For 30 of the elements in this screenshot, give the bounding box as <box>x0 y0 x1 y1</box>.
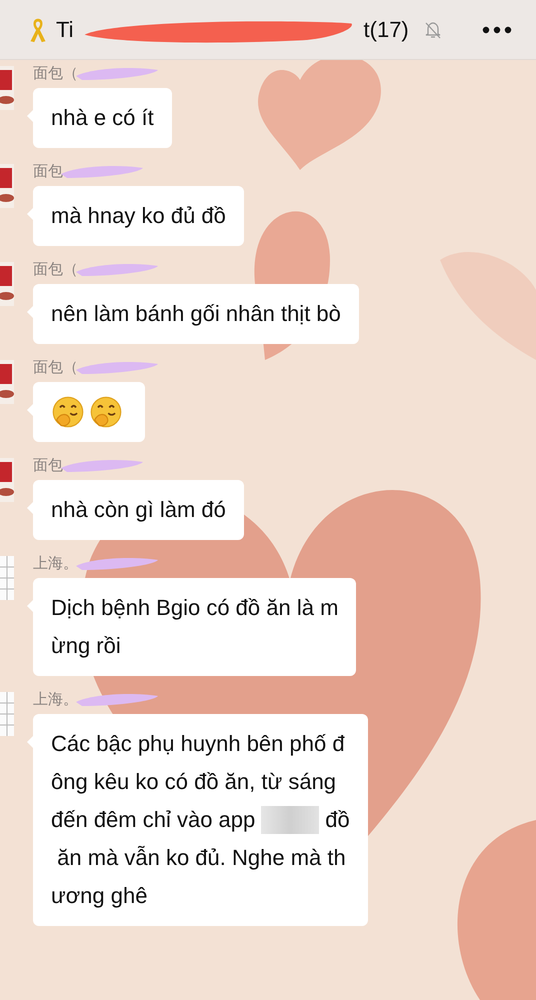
message-text: đến đêm chỉ vào app <box>51 807 256 833</box>
message-text: nên làm bánh gối nhân thịt bò <box>51 301 341 327</box>
sender-name: 面包（ <box>33 64 78 82</box>
sender-name: 面包 <box>33 162 63 180</box>
smiley-icon <box>89 395 123 429</box>
smiley-icon <box>51 395 85 429</box>
sender-name: 面包 <box>33 456 63 474</box>
chat-title: t(17) <box>364 16 409 42</box>
sender-name: 上海。 <box>33 554 78 572</box>
message-text: nhà e có ít <box>51 105 154 131</box>
avatar-icon[interactable] <box>0 262 14 306</box>
message-text: Dịch bệnh Bgio có đồ ăn là m <box>51 595 338 621</box>
message-text: ông kêu ko có đồ ăn, từ sáng <box>51 769 336 795</box>
avatar-icon[interactable] <box>0 458 14 502</box>
chat-title: Ti <box>56 16 74 42</box>
message-text: mà hnay ko đủ đồ <box>51 203 226 229</box>
sender-name: 上海。 <box>33 690 78 708</box>
message-text: ăn mà vẫn ko đủ. Nghe mà th <box>56 845 346 871</box>
message-text: đồ <box>325 807 350 833</box>
more-icon[interactable] <box>482 26 512 34</box>
blurred-text <box>261 806 320 834</box>
sender-name: 面包（ <box>33 260 78 278</box>
message-text: Các bậc phụ huynh bên phố đ <box>51 731 345 757</box>
avatar-icon[interactable] <box>0 164 14 208</box>
avatar-icon[interactable] <box>0 360 14 404</box>
avatar-icon[interactable] <box>0 66 14 110</box>
message-text: ừng rồi <box>51 633 121 659</box>
message-text: nhà còn gì làm đó <box>51 497 226 523</box>
sender-name: 面包（ <box>33 358 78 376</box>
message-text: ương ghê <box>51 883 148 909</box>
